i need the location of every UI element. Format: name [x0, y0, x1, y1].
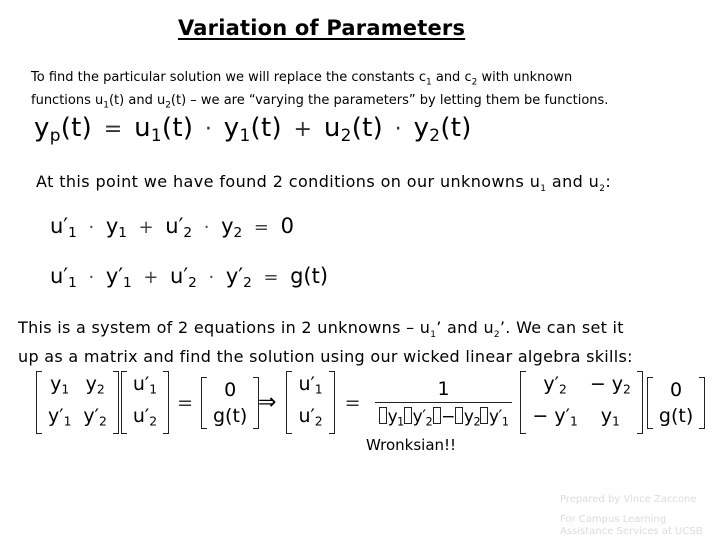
matrix-cell: y′2	[543, 373, 567, 397]
conditions-text: At this point we have found 2 conditions…	[36, 172, 612, 195]
system-line-1: This is a system of 2 equations in 2 unk…	[18, 318, 624, 341]
solution-vector: u′1 u′2	[286, 371, 335, 435]
vector-cell: g(t)	[658, 404, 694, 427]
particular-solution-equation: yp(t) = u1(t) · y1(t) + u2(t) · y2(t)	[34, 113, 472, 146]
unknown-vector: u′1 u′2	[120, 371, 170, 435]
system-paragraph: This is a system of 2 equations in 2 unk…	[18, 317, 633, 368]
coefficient-matrix: y1 y2 y′1 y′2	[36, 371, 119, 435]
vector-cell: g(t)	[212, 404, 248, 427]
intro-line-1: To find the particular solution we will …	[31, 70, 573, 88]
matrix-cell: y1	[600, 404, 620, 429]
intro-paragraph: To find the particular solution we will …	[31, 69, 608, 114]
vector-cell: u′1	[132, 373, 158, 397]
vector-cell: 0	[224, 378, 237, 401]
matrix-cell: y1	[50, 373, 70, 397]
matrix-system: y1 y2 y′1 y′2 u′1 u′2 = 0 g(t)	[36, 371, 260, 435]
page-title: Variation of Parameters	[178, 16, 466, 40]
vector-cell: u′2	[132, 404, 158, 429]
condition-equation-2: u′1 · y′1 + u′2 · y′2 = g(t)	[50, 264, 329, 292]
system-line-2: up as a matrix and find the solution usi…	[18, 347, 633, 367]
condition-equation-1: u′1 · y1 + u′2 · y2 = 0	[50, 214, 294, 242]
fraction-numerator: 1	[437, 377, 450, 400]
matrix-cell: y′1	[48, 404, 72, 429]
inverse-matrix: y′2 − y2 − y′1 y1	[520, 371, 643, 435]
rhs-vector: 0 g(t)	[200, 376, 260, 429]
matrix-cell: y′2	[83, 404, 107, 429]
vector-cell: 0	[670, 378, 683, 401]
intro-line-2: functions u1(t) and u2(t) – we are “vary…	[31, 92, 609, 111]
vector-cell: u′2	[298, 404, 323, 429]
matrix-solution: ⇒ u′1 u′2 = 1 y1 y′2− y2 y′1 y′2 − y2 − y′1…	[258, 371, 706, 435]
matrix-cell: − y′1	[532, 404, 578, 429]
equals-sign: =	[177, 391, 193, 414]
implies-arrow-icon: ⇒	[258, 390, 277, 416]
matrix-cell: y2	[85, 373, 105, 397]
rhs-vector-2: 0 g(t)	[646, 376, 706, 429]
equals-sign: =	[344, 391, 361, 414]
footer-organization: For Campus Learning Assistance Services …	[560, 514, 703, 537]
footer-credit: Prepared by Vince Zaccone	[560, 494, 697, 505]
vector-cell: u′1	[298, 373, 323, 397]
wronskian-fraction: 1 y1 y′2− y2 y′1	[374, 377, 513, 428]
fraction-denominator: y1 y′2− y2 y′1	[374, 401, 513, 428]
wronskian-annotation: Wronksian!!	[366, 436, 457, 454]
matrix-cell: − y2	[589, 373, 631, 397]
